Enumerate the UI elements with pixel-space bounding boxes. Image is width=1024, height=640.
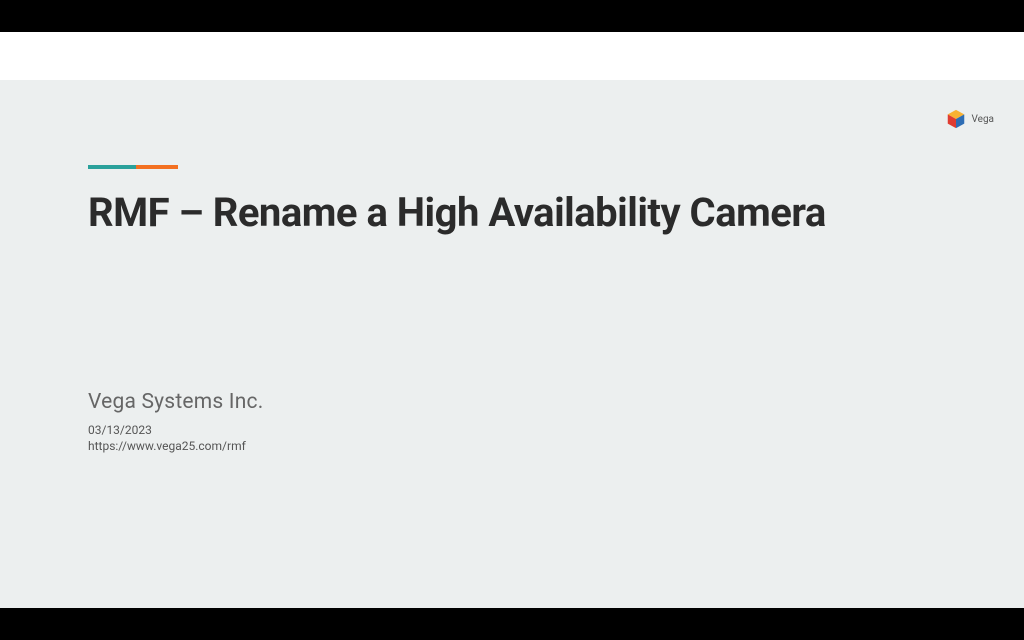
brand-logo: Vega <box>945 108 994 130</box>
slide-canvas: Vega RMF – Rename a High Availability Ca… <box>0 80 1024 608</box>
white-toolbar-strip <box>0 32 1024 80</box>
company-name: Vega Systems Inc. <box>88 390 263 414</box>
cube-icon <box>945 108 967 130</box>
slide-url: https://www.vega25.com/rmf <box>88 438 246 454</box>
accent-bar <box>88 165 178 169</box>
brand-logo-text: Vega <box>971 114 994 125</box>
slide-title: RMF – Rename a High Availability Camera <box>88 190 964 236</box>
letterbox-bottom <box>0 608 1024 640</box>
slide-date: 03/13/2023 <box>88 422 246 438</box>
slide-meta: 03/13/2023 https://www.vega25.com/rmf <box>88 422 246 454</box>
accent-orange <box>136 165 178 169</box>
letterbox-top <box>0 0 1024 32</box>
accent-teal <box>88 165 136 169</box>
